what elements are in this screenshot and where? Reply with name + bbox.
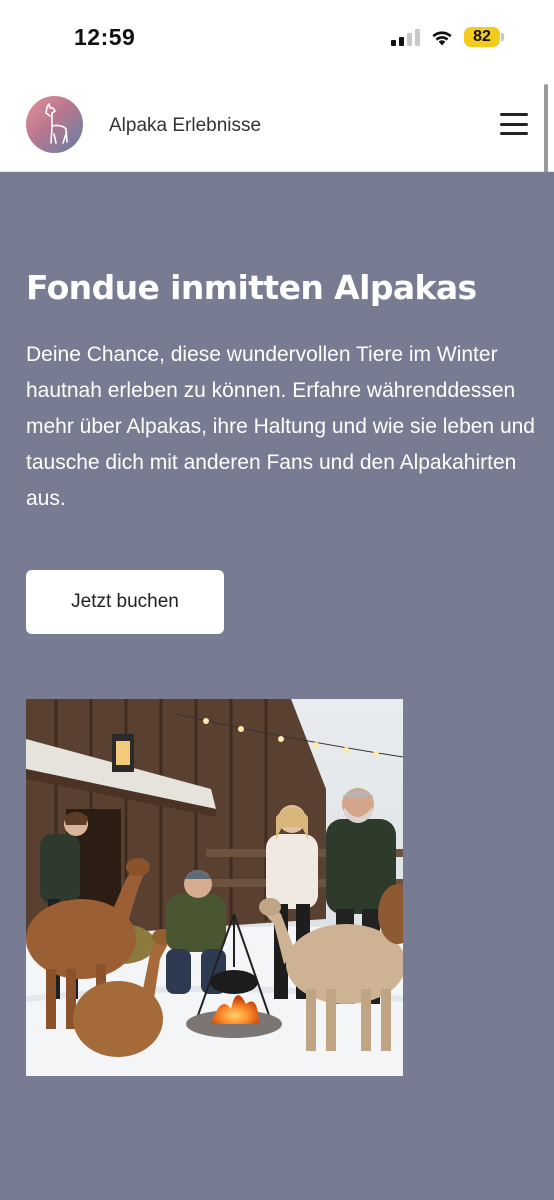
alpaca-logo-icon[interactable] <box>26 96 83 153</box>
book-now-button[interactable]: Jetzt buchen <box>26 570 224 634</box>
hero-section: Fondue inmitten Alpakas Deine Chance, di… <box>0 172 554 1200</box>
cellular-signal-icon <box>391 28 420 46</box>
hero-title: Fondue inmitten Alpakas <box>26 268 477 307</box>
wifi-icon <box>432 31 452 46</box>
hero-photo <box>26 699 403 1076</box>
status-bar: 12:59 82 <box>0 0 554 76</box>
hero-description: Deine Chance, diese wundervollen Tiere i… <box>26 343 535 510</box>
battery-icon: 82 <box>464 27 504 47</box>
scrollbar[interactable] <box>544 84 548 178</box>
site-title[interactable]: Alpaka Erlebnisse <box>109 115 261 137</box>
site-header: Alpaka Erlebnisse <box>0 76 554 172</box>
battery-level: 82 <box>464 27 500 47</box>
hamburger-menu-icon[interactable] <box>500 113 528 135</box>
status-icons: 82 <box>391 27 504 47</box>
status-time: 12:59 <box>74 24 136 50</box>
